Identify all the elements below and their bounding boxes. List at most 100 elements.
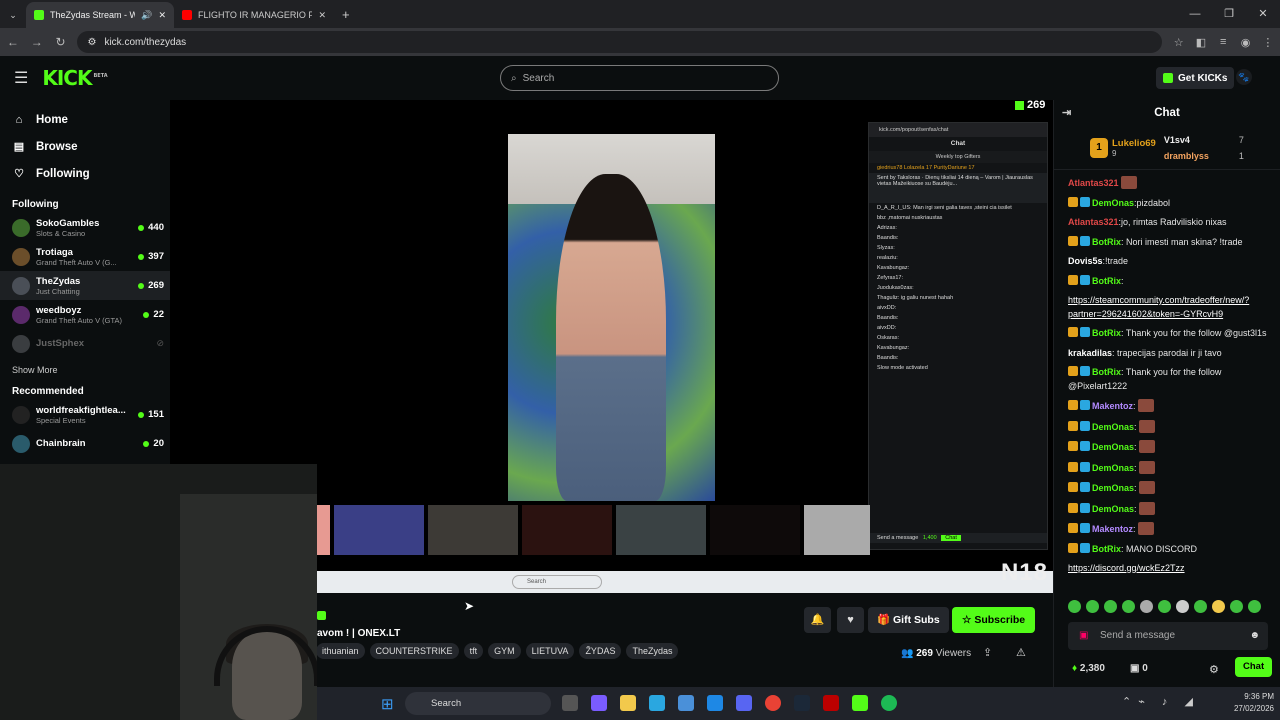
restore-button[interactable]: ❐ bbox=[1212, 0, 1246, 28]
sidebar-channel[interactable]: TheZydas Just Chatting 269 bbox=[0, 271, 170, 300]
sidebar-channel[interactable]: JustSphex ⊘ bbox=[0, 329, 170, 358]
mail-icon[interactable] bbox=[707, 695, 723, 711]
extensions-icon[interactable]: ◧ bbox=[1195, 36, 1207, 49]
sidebar-channel[interactable]: worldfreakfightlea... Special Events 151 bbox=[0, 400, 170, 429]
nav-home[interactable]: ⌂ Home bbox=[0, 106, 170, 133]
stream-tag[interactable]: TheZydas bbox=[626, 643, 679, 659]
kick-logo[interactable]: KICK BETA bbox=[42, 66, 107, 90]
chat-username[interactable]: DemOnas bbox=[1092, 463, 1134, 473]
app-icon[interactable] bbox=[823, 695, 839, 711]
task-view-icon[interactable] bbox=[562, 695, 578, 711]
stream-tag[interactable]: COUNTERSTRIKE bbox=[369, 643, 459, 659]
chat-username[interactable]: BotRix bbox=[1092, 276, 1121, 286]
steam-icon[interactable] bbox=[794, 695, 810, 711]
chat-username[interactable]: krakadilas bbox=[1068, 348, 1112, 358]
discord-icon[interactable] bbox=[736, 695, 752, 711]
get-kicks-button[interactable]: Get KICKs bbox=[1156, 67, 1235, 89]
stream-tag[interactable]: LIETUVA bbox=[525, 643, 575, 659]
tab-close-icon[interactable]: ✕ bbox=[158, 10, 166, 21]
nav-following[interactable]: ♡ Following bbox=[0, 160, 170, 187]
bookmark-star-icon[interactable]: ☆ bbox=[1172, 36, 1184, 49]
emoji-icon[interactable]: ☻ bbox=[1249, 622, 1260, 650]
stream-tag[interactable]: tft bbox=[463, 643, 484, 659]
edge-icon[interactable] bbox=[649, 695, 665, 711]
hamburger-menu-icon[interactable]: ☰ bbox=[14, 68, 28, 88]
chat-username[interactable]: Dovis5s bbox=[1068, 256, 1103, 266]
chat-username[interactable]: BotRix bbox=[1092, 237, 1121, 247]
sidebar-channel[interactable]: SokoGambles Slots & Casino 440 bbox=[0, 213, 170, 242]
windows-start-icon[interactable]: ⊞ bbox=[381, 695, 394, 713]
tab-flighto[interactable]: FLIGHTO IR MANAGERIO PIRM ✕ bbox=[174, 2, 334, 28]
chat-footer: ♦ 2,380 ▣ 0 ⚙ Chat bbox=[1054, 657, 1280, 685]
sidebar-channel[interactable]: Trotiaga Grand Theft Auto V (G... 397 bbox=[0, 242, 170, 271]
badge-icon bbox=[1068, 420, 1078, 431]
kicks-balance[interactable]: ♦ 2,380 bbox=[1072, 663, 1105, 674]
new-tab-button[interactable]: + bbox=[334, 2, 358, 28]
chat-link[interactable]: https://steamcommunity.com/tradeoffer/ne… bbox=[1068, 295, 1249, 319]
chat-username[interactable]: DemOnas bbox=[1092, 198, 1134, 208]
badge-icon bbox=[1080, 366, 1090, 376]
chat-link[interactable]: https://discord.gg/wckEz2Tzz bbox=[1068, 563, 1185, 573]
reload-icon[interactable]: ↻ bbox=[54, 35, 68, 49]
taskbar-search[interactable]: Search bbox=[405, 692, 551, 715]
taskbar-clock[interactable]: 9:36 PM 27/02/2026 bbox=[1234, 691, 1274, 715]
tab-close-icon[interactable]: ✕ bbox=[318, 10, 326, 21]
chat-text: : bbox=[1133, 401, 1136, 411]
file-explorer-icon[interactable] bbox=[620, 695, 636, 711]
chat-username[interactable]: DemOnas bbox=[1092, 442, 1134, 452]
chat-username[interactable]: DemOnas bbox=[1092, 504, 1134, 514]
chat-settings-gear-icon[interactable]: ⚙ bbox=[1209, 663, 1219, 676]
follow-heart-button[interactable]: ♥ bbox=[837, 607, 864, 633]
chrome-icon[interactable] bbox=[765, 695, 781, 711]
report-icon[interactable]: ⚠ bbox=[1016, 646, 1026, 659]
stream-tag[interactable]: ithuanian bbox=[316, 643, 365, 659]
gift-icon[interactable]: ▣ bbox=[1079, 622, 1088, 650]
chat-username[interactable]: DemOnas bbox=[1092, 483, 1134, 493]
chat-username[interactable]: BotRix bbox=[1092, 328, 1121, 338]
minimize-button[interactable]: — bbox=[1178, 0, 1212, 28]
tab-thezydas[interactable]: TheZydas Stream - Watch L 🔊 ✕ bbox=[26, 2, 174, 28]
chat-message: BotRix: Thank you for the follow @gust3l… bbox=[1068, 327, 1272, 341]
menu-icon[interactable]: ⋮ bbox=[1262, 36, 1274, 49]
stream-tag[interactable]: GYM bbox=[488, 643, 521, 659]
show-more-button[interactable]: Show More bbox=[0, 360, 170, 380]
notifications-bell-button[interactable]: 🔔 bbox=[804, 607, 831, 633]
nav-browse[interactable]: ▤ Browse bbox=[0, 133, 170, 160]
site-info-icon[interactable]: ⚙ bbox=[87, 37, 96, 48]
address-bar[interactable]: ⚙ kick.com/thezydas bbox=[77, 31, 1163, 53]
chat-message: DemOnas: bbox=[1068, 440, 1272, 455]
collapse-chat-icon[interactable]: ⇥ bbox=[1062, 100, 1071, 126]
spotify-icon[interactable] bbox=[881, 695, 897, 711]
send-message-input[interactable]: ▣ Send a message ☻ bbox=[1068, 622, 1268, 650]
chat-username[interactable]: BotRix bbox=[1092, 367, 1121, 377]
profile-icon[interactable]: ◉ bbox=[1239, 36, 1251, 49]
chat-text: : bbox=[1134, 483, 1137, 493]
forward-icon[interactable]: → bbox=[30, 35, 44, 49]
store-icon[interactable] bbox=[678, 695, 694, 711]
close-window-button[interactable]: ✕ bbox=[1246, 0, 1280, 28]
chat-username[interactable]: Makentoz bbox=[1092, 524, 1133, 534]
chat-send-button[interactable]: Chat bbox=[1235, 657, 1273, 677]
chat-username[interactable]: Atlantas321 bbox=[1068, 217, 1119, 227]
live-viewers: 397 bbox=[138, 251, 164, 262]
media-icon[interactable]: ≡ bbox=[1217, 36, 1229, 48]
tab-audio-icon[interactable]: 🔊 bbox=[141, 10, 152, 21]
chat-username[interactable]: DemOnas bbox=[1092, 422, 1134, 432]
sidebar-channel[interactable]: Chainbrain 20 bbox=[0, 429, 170, 458]
copilot-icon[interactable] bbox=[591, 695, 607, 711]
chat-username[interactable]: BotRix bbox=[1092, 544, 1121, 554]
gift-count[interactable]: ▣ 0 bbox=[1130, 663, 1148, 674]
chat-username[interactable]: Atlantas321 bbox=[1068, 178, 1119, 188]
stream-tag[interactable]: ŽYDAS bbox=[579, 643, 622, 659]
gift-subs-button[interactable]: 🎁 Gift Subs bbox=[868, 607, 949, 633]
chat-username[interactable]: Makentoz bbox=[1092, 401, 1133, 411]
kick-app-icon[interactable] bbox=[852, 695, 868, 711]
share-icon[interactable]: ⇪ bbox=[983, 646, 992, 659]
tab-list-button[interactable]: ⌄ bbox=[0, 2, 26, 28]
user-avatar[interactable]: 🐾 bbox=[1236, 69, 1252, 85]
subscribe-button[interactable]: ☆ Subscribe bbox=[952, 607, 1036, 633]
system-tray[interactable]: ⌃⌁ ♪ ◢ bbox=[1122, 695, 1200, 708]
sidebar-channel[interactable]: weedboyz Grand Theft Auto V (GTA) 22 bbox=[0, 300, 170, 329]
search-input[interactable]: ⌕ Search bbox=[500, 65, 779, 91]
back-icon[interactable]: ← bbox=[6, 35, 20, 49]
